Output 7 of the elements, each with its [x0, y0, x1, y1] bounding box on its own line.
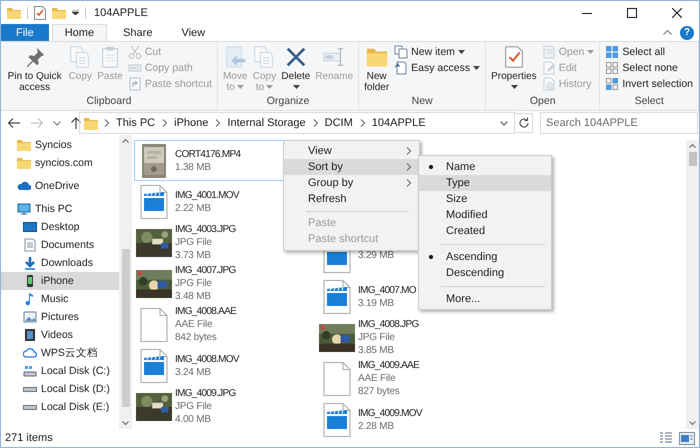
- group-label: Open: [528, 95, 557, 109]
- item-count: 271 items: [5, 432, 53, 444]
- group-label: Clipboard: [86, 95, 132, 109]
- group-label: New: [410, 95, 434, 109]
- group-label: Organize: [266, 95, 310, 109]
- window-title: 104APPLE: [94, 6, 148, 18]
- group-label: Select: [634, 95, 665, 109]
